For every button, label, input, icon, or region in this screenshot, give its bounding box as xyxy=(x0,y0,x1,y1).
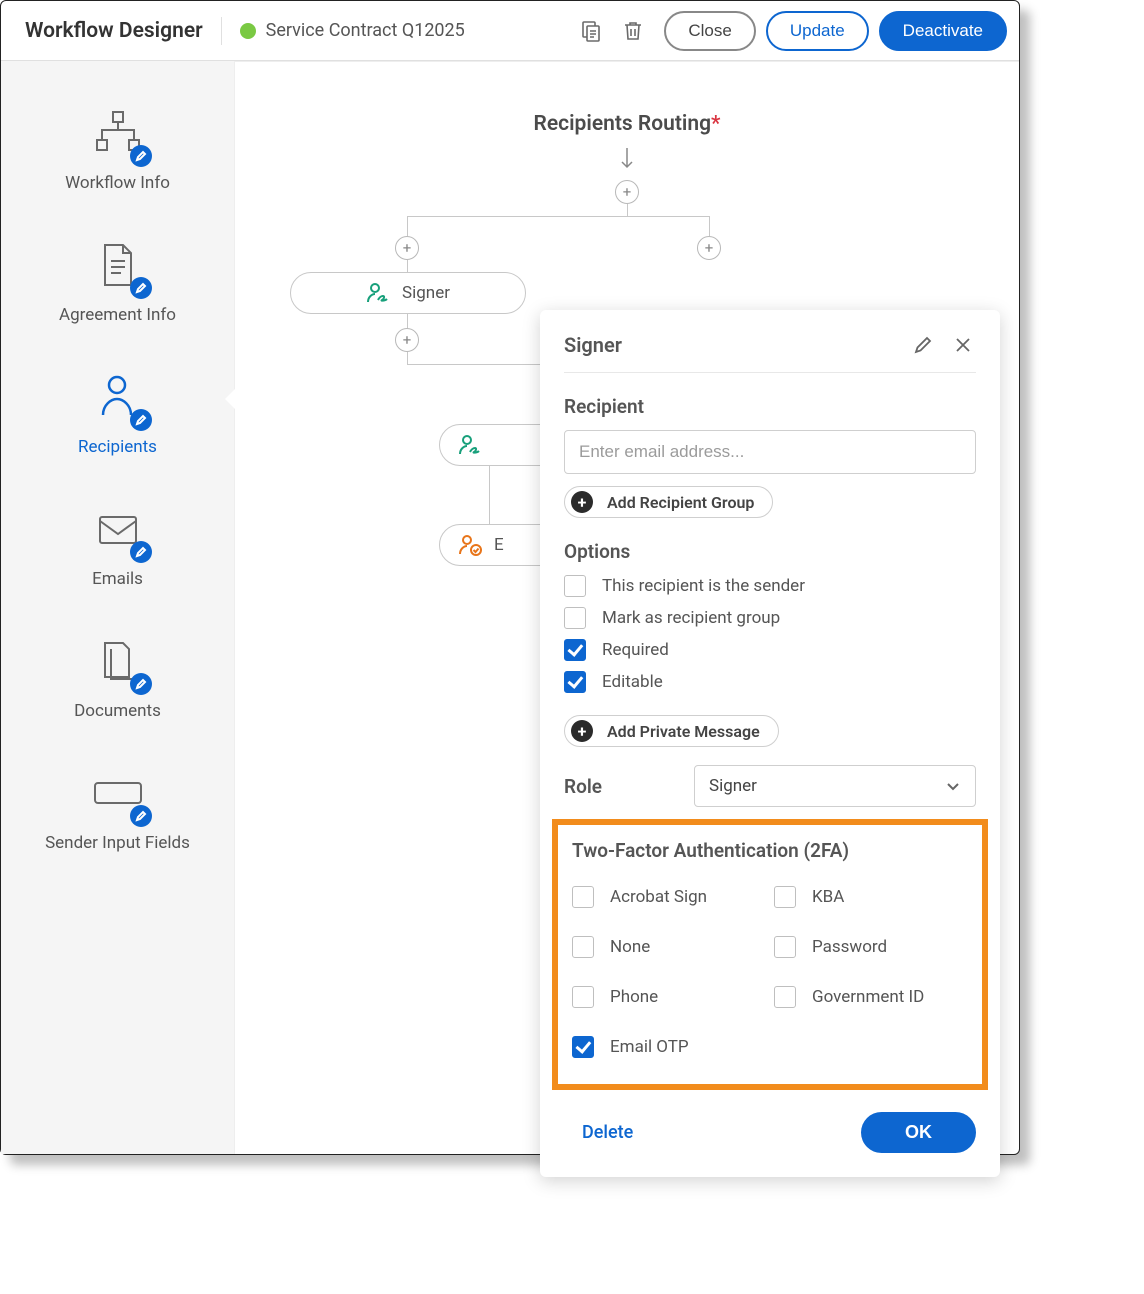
ok-button[interactable]: OK xyxy=(861,1112,976,1153)
checkbox-label: Mark as recipient group xyxy=(602,608,780,628)
divider xyxy=(221,17,222,45)
copy-icon[interactable] xyxy=(574,14,608,48)
sidebar-item-label: Workflow Info xyxy=(65,173,170,193)
add-private-message-button[interactable]: + Add Private Message xyxy=(564,715,779,747)
signer-node[interactable]: Signer xyxy=(290,272,526,314)
checkbox-label: Phone xyxy=(610,987,658,1007)
checkbox-2fa-emailotp[interactable] xyxy=(572,1036,594,1058)
trash-icon[interactable] xyxy=(616,14,650,48)
signer-check-icon xyxy=(458,533,484,557)
sidebar-item-workflow-info[interactable]: Workflow Info xyxy=(1,91,234,223)
checkbox-is-sender[interactable] xyxy=(564,575,586,597)
deactivate-button[interactable]: Deactivate xyxy=(879,11,1007,51)
workflow-name: Service Contract Q12025 xyxy=(266,20,465,41)
edit-badge-icon xyxy=(130,805,152,827)
checkbox-2fa-none[interactable] xyxy=(572,936,594,958)
checkbox-label: Required xyxy=(602,640,669,660)
recipients-icon xyxy=(90,369,146,425)
add-node-button[interactable]: + xyxy=(395,328,419,352)
node-label: Signer xyxy=(402,283,450,303)
sidebar-item-recipients[interactable]: Recipients xyxy=(1,355,234,487)
checkbox-editable[interactable] xyxy=(564,671,586,693)
email-icon xyxy=(90,501,146,557)
checkbox-label: Editable xyxy=(602,672,663,692)
sidebar-item-agreement-info[interactable]: Agreement Info xyxy=(1,223,234,355)
input-fields-icon xyxy=(90,765,146,821)
signer-popover: Signer Recipient + Add Recipient Group O… xyxy=(540,310,1000,1177)
checkbox-2fa-kba[interactable] xyxy=(774,886,796,908)
top-bar: Workflow Designer Service Contract Q1202… xyxy=(1,1,1019,61)
twofa-section: Two-Factor Authentication (2FA) Acrobat … xyxy=(552,819,988,1090)
popover-title: Signer xyxy=(564,333,896,357)
sidebar-item-documents[interactable]: Documents xyxy=(1,619,234,751)
document-icon xyxy=(90,237,146,293)
checkbox-2fa-acrobat-sign[interactable] xyxy=(572,886,594,908)
recipient-label: Recipient xyxy=(564,395,976,418)
workflow-icon xyxy=(90,105,146,161)
sidebar-item-label: Emails xyxy=(92,569,143,589)
update-button[interactable]: Update xyxy=(766,11,869,51)
checkbox-label: KBA xyxy=(812,887,844,907)
sidebar-item-label: Agreement Info xyxy=(59,305,176,325)
documents-icon xyxy=(90,633,146,689)
app-title: Workflow Designer xyxy=(25,19,203,43)
status-dot-icon xyxy=(240,23,256,39)
edit-badge-icon xyxy=(130,673,152,695)
node-label: E xyxy=(494,535,504,555)
checkbox-label: Acrobat Sign xyxy=(610,887,707,907)
role-label: Role xyxy=(564,775,654,798)
sidebar-item-emails[interactable]: Emails xyxy=(1,487,234,619)
signer-icon xyxy=(458,433,484,457)
sidebar-item-label: Sender Input Fields xyxy=(45,833,190,853)
close-button[interactable]: Close xyxy=(664,11,755,51)
options-label: Options xyxy=(564,540,976,563)
checkbox-2fa-password[interactable] xyxy=(774,936,796,958)
close-icon[interactable] xyxy=(950,332,976,358)
add-node-button[interactable]: + xyxy=(697,236,721,260)
add-node-button[interactable]: + xyxy=(395,236,419,260)
checkbox-label: Government ID xyxy=(812,987,924,1007)
checkbox-label: Email OTP xyxy=(610,1037,689,1057)
checkbox-2fa-phone[interactable] xyxy=(572,986,594,1008)
checkbox-mark-group[interactable] xyxy=(564,607,586,629)
checkbox-2fa-govid[interactable] xyxy=(774,986,796,1008)
checkbox-required[interactable] xyxy=(564,639,586,661)
edit-icon[interactable] xyxy=(910,332,936,358)
signer-icon xyxy=(366,281,392,305)
edit-badge-icon xyxy=(130,277,152,299)
twofa-title: Two-Factor Authentication (2FA) xyxy=(572,839,968,862)
sidebar-item-label: Documents xyxy=(74,701,161,721)
chevron-down-icon xyxy=(945,778,961,794)
plus-icon: + xyxy=(571,720,593,742)
checkbox-label: This recipient is the sender xyxy=(602,576,805,596)
checkbox-label: None xyxy=(610,937,650,957)
edit-badge-icon xyxy=(130,409,152,431)
role-select[interactable]: Signer xyxy=(694,765,976,807)
edit-badge-icon xyxy=(130,145,152,167)
routing-title: Recipients Routing* xyxy=(235,112,1019,136)
sidebar-item-label: Recipients xyxy=(78,437,157,457)
sidebar-item-sender-input-fields[interactable]: Sender Input Fields xyxy=(1,751,234,883)
sidebar: Workflow Info Agreement Info Recipients xyxy=(1,61,235,1154)
checkbox-label: Password xyxy=(812,937,887,957)
recipient-email-input[interactable] xyxy=(564,430,976,474)
delete-button[interactable]: Delete xyxy=(564,1122,651,1143)
plus-icon: + xyxy=(571,491,593,513)
arrow-down-icon xyxy=(619,146,635,172)
edit-badge-icon xyxy=(130,541,152,563)
add-node-button[interactable]: + xyxy=(615,180,639,204)
add-recipient-group-button[interactable]: + Add Recipient Group xyxy=(564,486,773,518)
